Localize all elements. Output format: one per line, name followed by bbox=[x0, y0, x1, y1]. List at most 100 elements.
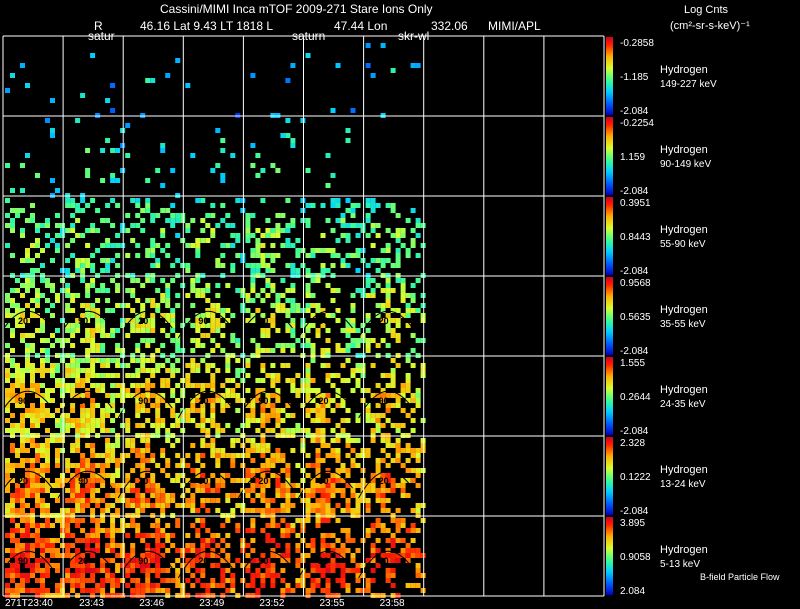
data-cell bbox=[315, 498, 321, 503]
data-cell bbox=[45, 393, 50, 398]
data-cell bbox=[385, 328, 391, 333]
panel-cells bbox=[80, 53, 116, 118]
data-cell bbox=[395, 318, 401, 323]
data-cell bbox=[315, 448, 321, 453]
data-cell bbox=[145, 358, 151, 363]
data-cell bbox=[45, 358, 50, 363]
data-cell bbox=[95, 348, 101, 353]
data-cell bbox=[190, 443, 196, 448]
data-cell bbox=[305, 428, 311, 433]
data-cell bbox=[5, 588, 10, 593]
data-cell bbox=[395, 518, 401, 523]
data-cell bbox=[395, 228, 401, 233]
data-cell bbox=[275, 523, 281, 528]
data-cell bbox=[185, 478, 191, 483]
data-cell bbox=[195, 458, 201, 463]
data-cell bbox=[60, 318, 65, 323]
data-cell bbox=[25, 523, 30, 528]
data-cell bbox=[20, 333, 25, 338]
data-cell bbox=[95, 328, 101, 333]
data-cell bbox=[215, 533, 221, 538]
data-cell bbox=[400, 408, 406, 413]
data-cell bbox=[210, 423, 216, 428]
data-cell bbox=[50, 238, 55, 243]
data-cell bbox=[10, 363, 15, 368]
data-cell bbox=[80, 583, 86, 588]
data-cell bbox=[320, 573, 326, 578]
data-cell bbox=[60, 518, 65, 523]
data-cell bbox=[65, 478, 71, 483]
data-cell bbox=[35, 498, 40, 503]
data-cell bbox=[105, 428, 111, 433]
data-cell bbox=[155, 398, 161, 403]
data-cell bbox=[265, 468, 271, 473]
data-cell bbox=[50, 398, 55, 403]
data-cell bbox=[155, 348, 161, 353]
contour-label: 90 bbox=[18, 396, 28, 406]
data-cell bbox=[115, 363, 121, 368]
data-cell bbox=[165, 533, 171, 538]
data-cell bbox=[135, 368, 141, 373]
data-cell bbox=[115, 563, 121, 568]
data-cell bbox=[60, 378, 65, 383]
data-cell bbox=[55, 233, 60, 238]
data-cell bbox=[150, 368, 156, 373]
data-cell bbox=[170, 263, 176, 268]
data-cell bbox=[100, 568, 106, 573]
data-cell bbox=[260, 438, 266, 443]
data-cell bbox=[160, 148, 166, 153]
data-cell bbox=[180, 418, 186, 423]
data-cell bbox=[210, 438, 216, 443]
data-cell bbox=[95, 248, 101, 253]
data-cell bbox=[170, 373, 176, 378]
data-cell bbox=[370, 553, 376, 558]
data-cell bbox=[130, 443, 136, 448]
data-cell bbox=[30, 343, 35, 348]
data-cell bbox=[390, 203, 396, 208]
data-cell bbox=[235, 253, 241, 258]
data-cell bbox=[40, 583, 45, 588]
data-cell bbox=[65, 458, 71, 463]
data-cell bbox=[325, 153, 331, 158]
data-cell bbox=[255, 418, 261, 423]
contour-label: 20 bbox=[78, 556, 88, 566]
data-cell bbox=[290, 218, 296, 223]
data-cell bbox=[270, 258, 276, 263]
data-cell bbox=[240, 303, 246, 308]
energy-label: 24-35 keV bbox=[660, 399, 706, 410]
data-cell bbox=[395, 483, 401, 488]
data-cell bbox=[140, 338, 146, 343]
data-cell bbox=[290, 348, 296, 353]
data-cell bbox=[325, 328, 331, 333]
data-cell bbox=[300, 578, 306, 583]
data-cell bbox=[295, 533, 301, 538]
data-cell bbox=[25, 428, 30, 433]
data-cell bbox=[180, 378, 186, 383]
data-cell bbox=[350, 203, 356, 208]
data-cell bbox=[40, 588, 45, 593]
data-cell bbox=[270, 498, 276, 503]
data-cell bbox=[320, 418, 326, 423]
data-cell bbox=[260, 578, 266, 583]
data-cell bbox=[160, 293, 166, 298]
data-cell bbox=[380, 258, 386, 263]
data-cell bbox=[280, 303, 286, 308]
data-cell bbox=[35, 423, 40, 428]
data-cell bbox=[270, 323, 276, 328]
data-cell bbox=[15, 303, 20, 308]
data-cell bbox=[60, 423, 65, 428]
data-cell bbox=[145, 198, 151, 203]
data-cell bbox=[95, 463, 101, 468]
data-cell bbox=[65, 573, 71, 578]
data-cell bbox=[120, 143, 126, 148]
data-cell bbox=[65, 328, 71, 333]
data-cell bbox=[295, 253, 301, 258]
data-cell bbox=[20, 373, 25, 378]
data-cell bbox=[365, 283, 371, 288]
data-cell bbox=[165, 463, 171, 468]
data-cell bbox=[350, 388, 356, 393]
data-cell bbox=[145, 408, 151, 413]
data-cell bbox=[415, 453, 421, 458]
data-cell bbox=[35, 528, 40, 533]
data-cell bbox=[375, 383, 381, 388]
